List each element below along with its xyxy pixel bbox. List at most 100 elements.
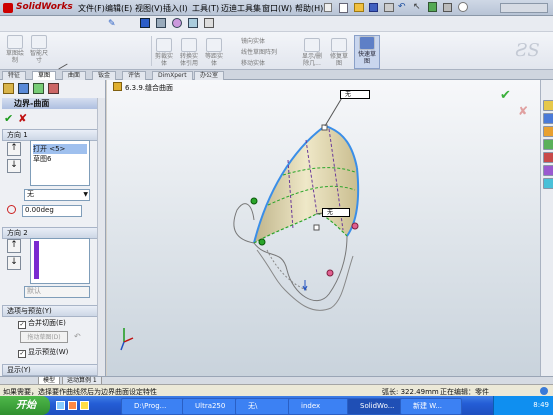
dimension-icon: [31, 35, 47, 49]
sketch-curve: [233, 203, 255, 244]
smart-dimension-button[interactable]: 智能尺 寸: [28, 35, 50, 64]
undo-icon[interactable]: ↶: [398, 2, 406, 12]
tab-office[interactable]: 办公室: [194, 71, 225, 80]
show-preview-checkbox[interactable]: ✓ 显示预览(W): [18, 347, 68, 358]
rapid-sketch-button[interactable]: 快速草 图: [354, 35, 380, 69]
design-library-icon[interactable]: [543, 113, 553, 124]
direction2-default-value: 默认: [27, 287, 41, 295]
options-header[interactable]: 选项与预览(Y): [2, 305, 102, 317]
repair-sketch-button[interactable]: 修复草 图: [328, 38, 350, 67]
trim-button[interactable]: 剪裁实 体: [153, 38, 175, 67]
zoom-fit-icon[interactable]: [156, 18, 166, 28]
control-point-pink: [326, 269, 334, 277]
list-item[interactable]: 草图6: [33, 154, 87, 164]
drag-sketch-button[interactable]: 拖动草图(D): [20, 331, 68, 343]
origin-marker: [302, 280, 308, 292]
sketch-mode-icon[interactable]: [140, 18, 150, 28]
menu-maidi-tools[interactable]: 迈迪工具集: [221, 3, 261, 14]
repair-sketch-icon: [331, 38, 347, 52]
menu-tools[interactable]: 工具(T): [192, 3, 219, 14]
menu-insert[interactable]: 插入(I): [163, 3, 188, 14]
convert-button[interactable]: 转换实 体引用: [177, 38, 201, 67]
undo-drag-icon[interactable]: ↶: [74, 332, 81, 341]
tangency-select[interactable]: 无 ▼: [24, 189, 90, 201]
cancel-button[interactable]: ✘: [18, 112, 27, 125]
angle-input[interactable]: 0.00deg: [22, 205, 82, 217]
quick-launch-icon[interactable]: [56, 401, 65, 410]
view-palette-icon[interactable]: [543, 152, 553, 163]
taskbar-new-word[interactable]: 新建 W...: [400, 398, 462, 415]
property-manager-tab-icon[interactable]: [18, 83, 29, 94]
mirror-entities[interactable]: 镜向实体: [241, 36, 265, 45]
help-status-icon[interactable]: [540, 387, 548, 395]
repair-sketch-label: 修复草 图: [329, 53, 348, 67]
system-tray: 8:49: [493, 396, 553, 415]
view-orientation-icon[interactable]: ✎: [108, 19, 116, 29]
tab-sheet-metal[interactable]: 钣金: [92, 71, 117, 80]
menu-window[interactable]: 窗口(W): [262, 3, 292, 14]
print-icon[interactable]: [384, 3, 394, 12]
menu-file[interactable]: 文件(F): [78, 3, 105, 14]
move-entities[interactable]: 移动实体: [241, 58, 265, 67]
graphics-area[interactable]: 6.3.9.缝合曲面 ✔ ✘ 无 无: [107, 80, 540, 376]
options-icon[interactable]: [443, 3, 452, 12]
section-view-icon[interactable]: [204, 18, 214, 28]
tab-features[interactable]: 特征: [2, 71, 27, 80]
merge-faces-checkbox[interactable]: ✓ 合并切面(E): [18, 318, 66, 329]
dimxpert-tab-icon[interactable]: [48, 83, 59, 94]
surface-model[interactable]: [107, 80, 540, 376]
menu-edit[interactable]: 编辑(E): [105, 3, 132, 14]
tab-dimxpert[interactable]: DimXpert: [152, 71, 193, 80]
direction1-curves-list[interactable]: 打开 <5> 草图6: [30, 140, 90, 186]
show-preview-label: 显示预览(W): [28, 348, 69, 356]
sketch-button[interactable]: 草图绘 制: [4, 35, 26, 64]
sketch-tools-group[interactable]: [56, 36, 152, 66]
window-controls[interactable]: [500, 3, 548, 13]
hidden-lines-icon[interactable]: [172, 18, 182, 28]
list-item[interactable]: 打开 <5>: [33, 144, 87, 154]
custom-properties-icon[interactable]: [543, 178, 553, 189]
rebuild-icon[interactable]: [428, 2, 437, 12]
tab-sketch[interactable]: 草图: [32, 71, 57, 80]
menu-help[interactable]: 帮助(H): [295, 3, 323, 14]
dir2-move-down-button[interactable]: ↓: [7, 256, 21, 270]
merge-faces-label: 合并切面(E): [28, 319, 66, 327]
panel-title-text: 边界-曲面: [14, 99, 50, 108]
feature-tree-tab-icon[interactable]: [3, 83, 14, 94]
display-delete-button[interactable]: 显示/删 除几...: [300, 38, 324, 67]
direction2-tangency-select[interactable]: 默认: [24, 286, 90, 298]
display-style-icon[interactable]: [188, 18, 198, 28]
appearances-icon[interactable]: [543, 165, 553, 176]
select-icon[interactable]: ↖: [413, 2, 421, 12]
tab-surfaces[interactable]: 曲面: [62, 71, 87, 80]
start-button[interactable]: 开始: [0, 396, 50, 415]
display-header[interactable]: 显示(Y): [2, 364, 102, 376]
direction2-curves-list[interactable]: [30, 238, 90, 284]
ds-logo-icon: ƧS: [515, 40, 540, 61]
tangency-callout[interactable]: 无: [340, 90, 370, 99]
tab-evaluate[interactable]: 评估: [122, 71, 147, 80]
tangency-callout[interactable]: 无: [322, 208, 350, 217]
ok-button[interactable]: ✔: [4, 112, 13, 125]
quick-launch-icon[interactable]: [68, 401, 77, 410]
linear-sketch-pattern[interactable]: 线性草图阵列: [241, 47, 277, 56]
move-up-button[interactable]: ↑: [7, 142, 21, 156]
config-manager-tab-icon[interactable]: [33, 83, 44, 94]
trim-icon: [156, 38, 172, 52]
quick-launch-icon[interactable]: [80, 401, 89, 410]
chevron-down-icon: ▼: [83, 191, 88, 198]
offset-button[interactable]: 等距实 体: [203, 38, 225, 67]
app-name: SolidWorks: [16, 2, 73, 12]
open-icon[interactable]: [354, 3, 364, 12]
new-document-icon[interactable]: [339, 3, 348, 13]
dir2-move-up-button[interactable]: ↑: [7, 239, 21, 253]
file-explorer-icon[interactable]: [543, 126, 553, 137]
move-down-button[interactable]: ↓: [7, 159, 21, 173]
panel-scrollbar[interactable]: [97, 98, 105, 378]
help-icon[interactable]: [458, 2, 468, 12]
resources-icon[interactable]: [543, 100, 553, 111]
search-icon[interactable]: [543, 139, 553, 150]
pin-icon[interactable]: [324, 3, 332, 12]
save-icon[interactable]: [369, 3, 378, 12]
menu-view[interactable]: 视图(V): [135, 3, 163, 14]
